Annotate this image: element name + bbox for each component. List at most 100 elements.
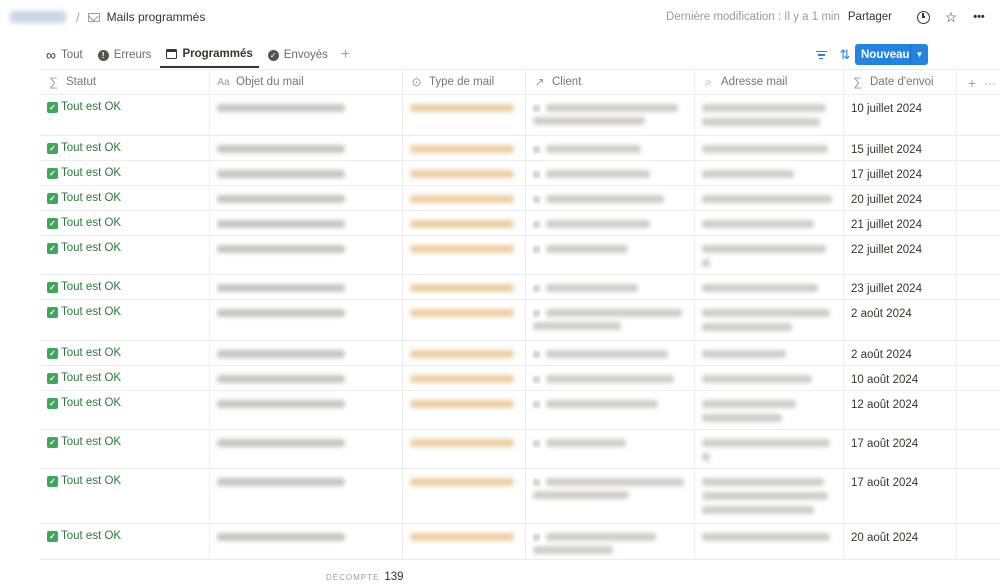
status-cell[interactable]: ✓ Tout est OK [40,275,210,299]
workspace-breadcrumb[interactable] [10,11,66,23]
client-cell[interactable] [526,524,695,559]
status-cell[interactable]: ✓ Tout est OK [40,300,210,340]
mail-type-cell[interactable] [403,136,526,160]
table-row[interactable]: ✓ Tout est OK 22 juillet 2024 [40,236,1000,275]
table-row[interactable]: ✓ Tout est OK 2 août 2024 [40,341,1000,366]
table-row[interactable]: ✓ Tout est OK 17 août 2024 [40,469,1000,524]
mail-type-cell[interactable] [403,469,526,523]
table-row[interactable]: ✓ Tout est OK 23 juillet 2024 [40,275,1000,300]
column-header-adresse[interactable]: ⌕ Adresse mail [695,70,844,94]
client-cell[interactable] [526,341,695,365]
status-cell[interactable]: ✓ Tout est OK [40,211,210,235]
mail-type-cell[interactable] [403,161,526,185]
table-row[interactable]: ✓ Tout est OK 2 août 2024 [40,300,1000,341]
email-cell[interactable] [695,136,844,160]
email-cell[interactable] [695,161,844,185]
send-date-cell[interactable]: 23 juillet 2024 [844,275,957,299]
email-cell[interactable] [695,391,844,429]
table-more-button[interactable]: ··· [984,70,996,96]
email-cell[interactable] [695,366,844,390]
client-cell[interactable] [526,136,695,160]
table-row[interactable]: ✓ Tout est OK 17 août 2024 [40,430,1000,469]
table-row[interactable]: ✓ Tout est OK 17 juillet 2024 [40,161,1000,186]
subject-cell[interactable] [210,236,403,274]
email-cell[interactable] [695,341,844,365]
share-button[interactable]: Partager [848,11,892,23]
mail-type-cell[interactable] [403,391,526,429]
add-view-button[interactable]: + [341,42,350,68]
status-cell[interactable]: ✓ Tout est OK [40,136,210,160]
subject-cell[interactable] [210,430,403,468]
table-row[interactable]: ✓ Tout est OK 12 août 2024 [40,391,1000,430]
mail-type-cell[interactable] [403,275,526,299]
tab-erreurs[interactable]: ! Erreurs [92,42,158,68]
sort-button[interactable]: ⇅ [834,44,856,66]
email-cell[interactable] [695,524,844,559]
mail-type-cell[interactable] [403,186,526,210]
email-cell[interactable] [695,300,844,340]
subject-cell[interactable] [210,211,403,235]
client-cell[interactable] [526,391,695,429]
client-cell[interactable] [526,469,695,523]
email-cell[interactable] [695,275,844,299]
subject-cell[interactable] [210,275,403,299]
send-date-cell[interactable]: 10 août 2024 [844,366,957,390]
subject-cell[interactable] [210,136,403,160]
email-cell[interactable] [695,430,844,468]
send-date-cell[interactable]: 21 juillet 2024 [844,211,957,235]
send-date-cell[interactable]: 20 juillet 2024 [844,186,957,210]
send-date-cell[interactable]: 17 juillet 2024 [844,161,957,185]
send-date-cell[interactable]: 20 août 2024 [844,524,957,559]
page-title[interactable]: Mails programmés [107,10,206,24]
email-cell[interactable] [695,211,844,235]
subject-cell[interactable] [210,161,403,185]
client-cell[interactable] [526,275,695,299]
subject-cell[interactable] [210,186,403,210]
mail-type-cell[interactable] [403,341,526,365]
client-cell[interactable] [526,236,695,274]
subject-cell[interactable] [210,95,403,135]
subject-cell[interactable] [210,300,403,340]
send-date-cell[interactable]: 22 juillet 2024 [844,236,957,274]
send-date-cell[interactable]: 10 juillet 2024 [844,95,957,135]
status-cell[interactable]: ✓ Tout est OK [40,391,210,429]
status-cell[interactable]: ✓ Tout est OK [40,524,210,559]
send-date-cell[interactable]: 17 août 2024 [844,469,957,523]
status-cell[interactable]: ✓ Tout est OK [40,430,210,468]
new-button[interactable]: Nouveau ▼ [855,44,928,65]
chevron-down-icon[interactable]: ▼ [910,44,928,65]
favorite-button[interactable]: ☆ [940,6,962,28]
table-row[interactable]: ✓ Tout est OK 15 juillet 2024 [40,136,1000,161]
client-cell[interactable] [526,161,695,185]
column-header-objet[interactable]: Aa Objet du mail [210,70,403,94]
mail-type-cell[interactable] [403,366,526,390]
status-cell[interactable]: ✓ Tout est OK [40,95,210,135]
history-button[interactable] [912,6,934,28]
mail-type-cell[interactable] [403,300,526,340]
mail-type-cell[interactable] [403,524,526,559]
mail-type-cell[interactable] [403,211,526,235]
status-cell[interactable]: ✓ Tout est OK [40,161,210,185]
column-header-type[interactable]: ⊙ Type de mail [403,70,526,94]
mail-type-cell[interactable] [403,430,526,468]
status-cell[interactable]: ✓ Tout est OK [40,341,210,365]
client-cell[interactable] [526,211,695,235]
table-row[interactable]: ✓ Tout est OK 10 juillet 2024 [40,95,1000,136]
client-cell[interactable] [526,300,695,340]
tab-tout[interactable]: ∞ Tout [40,42,89,68]
add-property-button[interactable]: + [968,70,976,96]
status-cell[interactable]: ✓ Tout est OK [40,469,210,523]
mail-type-cell[interactable] [403,95,526,135]
subject-cell[interactable] [210,469,403,523]
email-cell[interactable] [695,186,844,210]
column-header-date[interactable]: ∑ Date d'envoi [844,70,957,94]
status-cell[interactable]: ✓ Tout est OK [40,186,210,210]
column-header-client[interactable]: ↗ Client [526,70,695,94]
subject-cell[interactable] [210,524,403,559]
tab-programmes[interactable]: Programmés [160,42,259,68]
client-cell[interactable] [526,430,695,468]
tab-envoyes[interactable]: ✓ Envoyés [262,42,334,68]
send-date-cell[interactable]: 2 août 2024 [844,341,957,365]
table-row[interactable]: ✓ Tout est OK 10 août 2024 [40,366,1000,391]
filter-button[interactable] [810,44,832,66]
